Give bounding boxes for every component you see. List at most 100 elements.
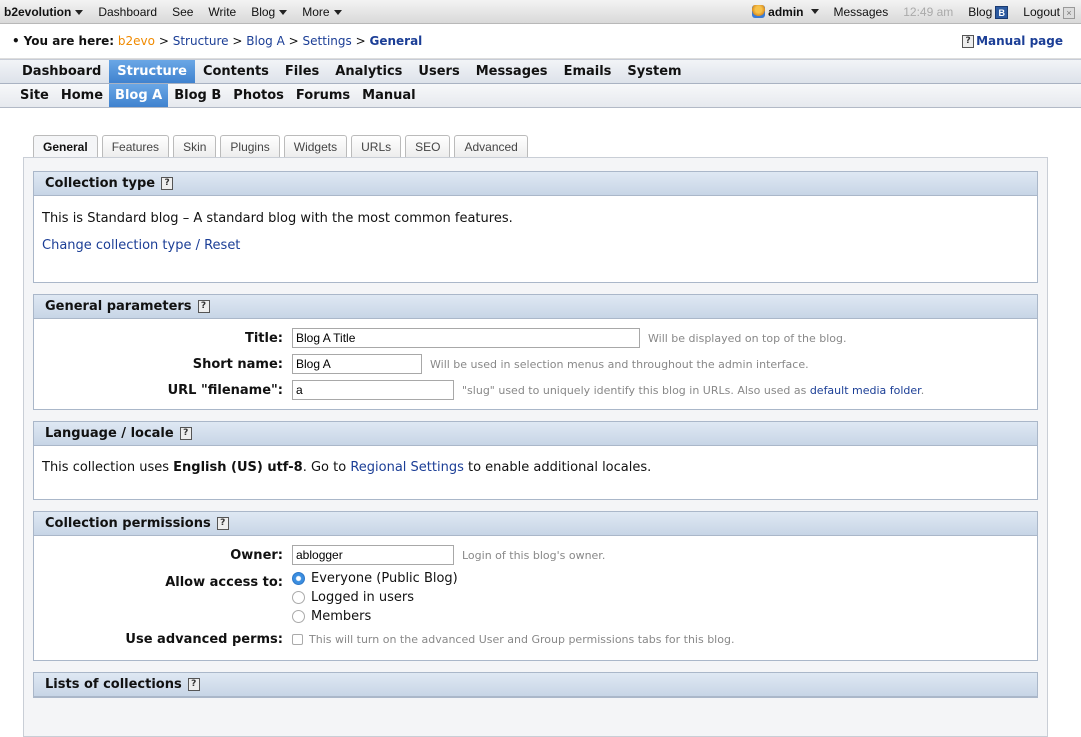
submenu-blog-a[interactable]: Blog A [109, 84, 169, 107]
help-icon[interactable]: ? [197, 300, 210, 313]
tab-features[interactable]: Features [101, 135, 170, 158]
chevron-down-icon [279, 9, 288, 15]
evobar-dashboard[interactable]: Dashboard [98, 5, 157, 19]
url-filename-input[interactable] [292, 380, 454, 400]
section-title: Language / locale [45, 426, 174, 441]
menu-messages[interactable]: Messages [468, 60, 556, 83]
brand-menu[interactable]: b2evolution [4, 5, 84, 19]
radio-label: Everyone (Public Blog) [311, 571, 458, 586]
radio-unselected[interactable] [292, 610, 305, 623]
menu-analytics[interactable]: Analytics [327, 60, 410, 83]
section-header: Collection type ? [34, 172, 1037, 196]
tab-widgets[interactable]: Widgets [283, 135, 348, 158]
help-icon[interactable]: ? [161, 177, 174, 190]
submenu-blog-b[interactable]: Blog B [168, 84, 227, 107]
breadcrumb-b2evo[interactable]: b2evo [118, 34, 155, 48]
breadcrumb-bullet: • [12, 34, 20, 48]
collection-type-section: Collection type ? This is Standard blog … [33, 171, 1038, 283]
breadcrumb-prefix: You are here: [23, 34, 115, 48]
advanced-perms-checkbox[interactable] [292, 633, 303, 645]
logout-link[interactable]: Logout × [1023, 5, 1075, 19]
default-media-folder-link[interactable]: default media folder [810, 384, 921, 397]
help-icon[interactable]: ? [187, 678, 200, 691]
owner-label: Owner: [230, 547, 283, 563]
menu-users[interactable]: Users [410, 60, 467, 83]
advanced-perms-label: Use advanced perms: [125, 631, 283, 647]
title-note: Will be displayed on top of the blog. [648, 331, 847, 345]
submenu-site[interactable]: Site [14, 84, 55, 107]
evobar-blog-menu[interactable]: Blog [251, 4, 288, 19]
short-name-input[interactable] [292, 354, 422, 374]
access-option-everyone[interactable]: Everyone (Public Blog) [292, 570, 458, 587]
blog-link[interactable]: Blog B [968, 4, 1009, 19]
access-option-members[interactable]: Members [292, 608, 458, 625]
menu-dashboard[interactable]: Dashboard [14, 60, 109, 83]
breadcrumb-blog-a[interactable]: Blog A [246, 34, 285, 48]
evobar-see[interactable]: See [172, 5, 193, 19]
menu-contents[interactable]: Contents [195, 60, 277, 83]
messages-link[interactable]: Messages [834, 5, 889, 19]
section-header: Language / locale ? [34, 422, 1037, 446]
sub-menu: Site Home Blog A Blog B Photos Forums Ma… [0, 84, 1081, 108]
user-name: admin [768, 4, 804, 19]
section-title: General parameters [45, 299, 192, 314]
section-title: Lists of collections [45, 677, 182, 692]
menu-system[interactable]: System [619, 60, 689, 83]
breadcrumb: • You are here: b2evo > Structure > Blog … [0, 24, 1081, 59]
menu-emails[interactable]: Emails [556, 60, 620, 83]
section-title: Collection permissions [45, 516, 211, 531]
submenu-home[interactable]: Home [55, 84, 109, 107]
tab-advanced[interactable]: Advanced [454, 135, 528, 158]
general-params-section: General parameters ? Title: Will be disp… [33, 294, 1038, 410]
locale-text: to enable additional locales. [468, 460, 652, 475]
breadcrumb-sep: > [355, 34, 366, 48]
blog-badge-icon: B [995, 5, 1009, 19]
help-icon: ? [962, 34, 975, 48]
submenu-forums[interactable]: Forums [290, 84, 356, 107]
help-icon[interactable]: ? [179, 427, 192, 440]
submenu-manual[interactable]: Manual [356, 84, 421, 107]
tab-urls[interactable]: URLs [351, 135, 402, 158]
access-option-logged-in[interactable]: Logged in users [292, 589, 458, 606]
url-note-text: "slug" used to uniquely identify this bl… [462, 383, 807, 397]
owner-input[interactable] [292, 545, 454, 565]
radio-unselected[interactable] [292, 591, 305, 604]
change-collection-type-link[interactable]: Change collection type / Reset [42, 238, 240, 253]
breadcrumb-settings[interactable]: Settings [303, 34, 352, 48]
breadcrumb-structure[interactable]: Structure [173, 34, 229, 48]
section-title: Collection type [45, 176, 156, 191]
chevron-down-icon [810, 9, 819, 14]
manual-page-label: Manual page [976, 34, 1063, 48]
manual-page-link[interactable]: ? Manual page [962, 34, 1063, 48]
permissions-section: Collection permissions ? Owner: Login of… [33, 511, 1038, 661]
user-menu[interactable]: admin [752, 4, 819, 19]
breadcrumb-sep: > [232, 34, 243, 48]
evobar-more-label: More [302, 4, 330, 19]
submenu-photos[interactable]: Photos [227, 84, 290, 107]
evobar: b2evolution Dashboard See Write Blog Mor… [0, 0, 1081, 24]
evobar-write[interactable]: Write [208, 5, 236, 19]
blog-link-label: Blog [968, 4, 993, 19]
title-input[interactable] [292, 328, 640, 348]
title-label: Title: [244, 330, 283, 346]
help-icon[interactable]: ? [216, 517, 229, 530]
breadcrumb-sep: > [158, 34, 169, 48]
evobar-blog-label: Blog [251, 4, 276, 19]
evobar-more-menu[interactable]: More [302, 4, 342, 19]
short-name-note: Will be used in selection menus and thro… [430, 357, 809, 371]
url-filename-note: "slug" used to uniquely identify this bl… [462, 384, 924, 397]
clock-time: 12:49 am [903, 4, 954, 19]
tab-skin[interactable]: Skin [173, 135, 217, 158]
menu-structure[interactable]: Structure [109, 60, 195, 83]
radio-label: Logged in users [311, 590, 414, 605]
regional-settings-link[interactable]: Regional Settings [350, 460, 464, 475]
menu-files[interactable]: Files [277, 60, 327, 83]
radio-selected[interactable] [292, 572, 305, 585]
close-icon: × [1063, 6, 1075, 19]
tab-seo[interactable]: SEO [405, 135, 451, 158]
section-header: Lists of collections ? [34, 673, 1037, 697]
tab-plugins[interactable]: Plugins [220, 135, 280, 158]
allow-access-label: Allow access to: [165, 575, 283, 590]
user-avatar-icon [752, 5, 766, 18]
tab-general[interactable]: General [33, 135, 98, 158]
